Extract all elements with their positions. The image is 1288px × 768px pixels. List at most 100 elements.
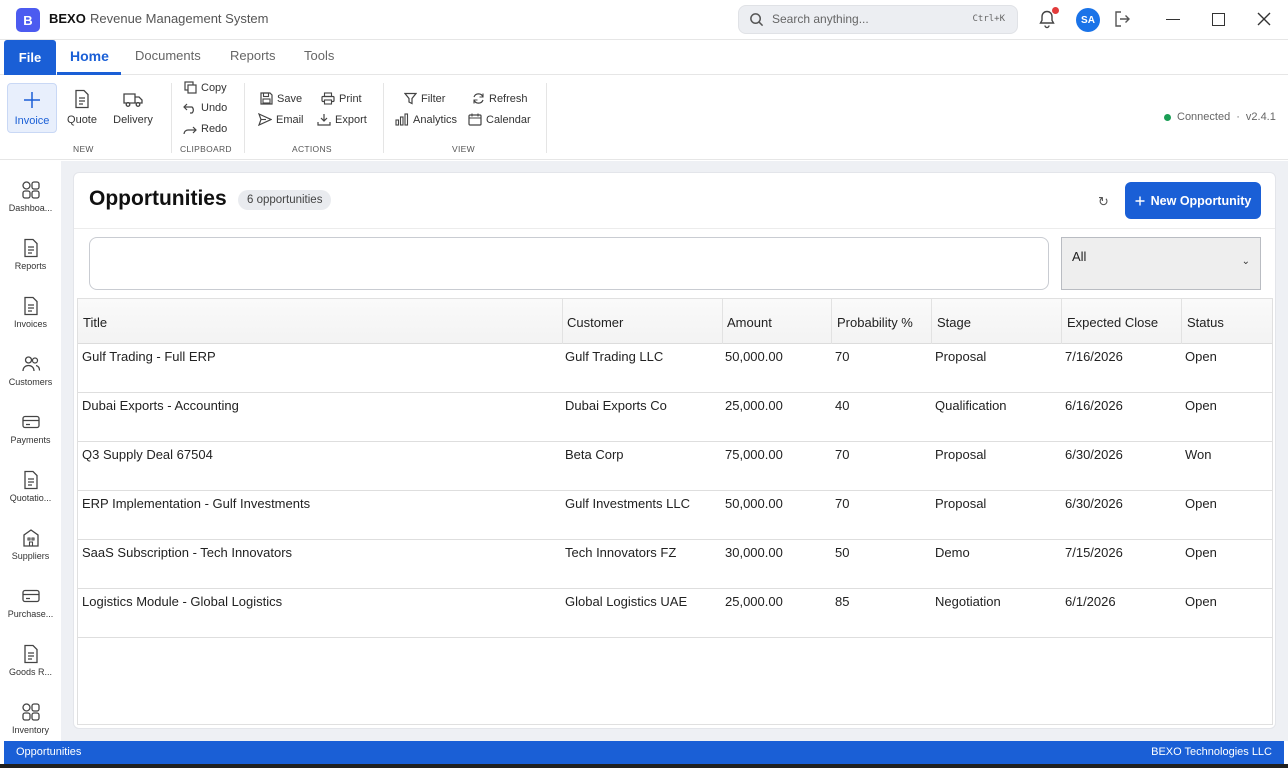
table-row[interactable]: Logistics Module - Global Logistics Glob… (78, 589, 1272, 638)
maximize-button[interactable] (1212, 13, 1225, 26)
avatar[interactable]: SA (1076, 8, 1100, 32)
refresh-button[interactable]: Refresh (472, 92, 528, 105)
cell-probability: 50 (835, 545, 850, 560)
dashboard-icon (21, 181, 40, 199)
stage-filter-value: All (1072, 249, 1087, 264)
undo-label: Undo (201, 102, 228, 114)
table-row[interactable]: Gulf Trading - Full ERP Gulf Trading LLC… (78, 344, 1272, 393)
count-badge: 6 opportunities (238, 190, 332, 210)
cell-customer: Beta Corp (565, 447, 624, 462)
filter-icon (404, 92, 417, 105)
truck-icon (123, 93, 143, 107)
notification-dot (1052, 7, 1059, 14)
calendar-label: Calendar (486, 113, 531, 126)
cell-stage: Qualification (935, 398, 1007, 413)
cell-status: Open (1185, 398, 1217, 413)
undo-button[interactable]: Undo (183, 102, 227, 114)
cell-amount: 50,000.00 (725, 496, 783, 511)
cell-probability: 70 (835, 447, 850, 462)
cell-status: Open (1185, 545, 1217, 560)
cell-amount: 75,000.00 (725, 447, 783, 462)
divider (74, 228, 1275, 229)
save-button[interactable]: Save (260, 92, 302, 105)
table-row[interactable]: Q3 Supply Deal 67504 Beta Corp 75,000.00… (78, 442, 1272, 491)
tab-home[interactable]: Home (70, 48, 109, 64)
search-input[interactable] (89, 237, 1049, 290)
cell-status: Open (1185, 496, 1217, 511)
cell-stage: Demo (935, 545, 970, 560)
new-delivery-button[interactable]: Delivery (108, 83, 158, 133)
redo-button[interactable]: Redo (183, 123, 227, 135)
cell-title: ERP Implementation - Gulf Investments (82, 496, 311, 511)
status-current-view: Opportunities (16, 746, 82, 758)
app-version: v2.4.1 (1245, 111, 1276, 123)
version-separator: · (1236, 111, 1240, 123)
analytics-button[interactable]: Analytics (395, 113, 457, 126)
sidebar-item-quotations[interactable]: Quotatio... (0, 470, 61, 526)
sidebar-label: Goods R... (8, 667, 53, 677)
refresh-list-button[interactable]: ↻ (1098, 194, 1109, 210)
cell-customer: Dubai Exports Co (565, 398, 667, 413)
page-title: Opportunities (89, 187, 227, 210)
sidebar-item-reports[interactable]: Reports (0, 238, 61, 294)
cell-amount: 25,000.00 (725, 398, 783, 413)
new-invoice-button[interactable]: Invoice (7, 83, 57, 133)
tab-file[interactable]: File (4, 40, 56, 75)
new-quote-button[interactable]: Quote (57, 83, 107, 133)
sidebar-item-suppliers[interactable]: Suppliers (0, 528, 61, 584)
chevron-down-icon: ⌄ (1241, 256, 1250, 267)
refresh-icon (473, 93, 484, 104)
tab-reports[interactable]: Reports (230, 48, 276, 63)
email-button[interactable]: Email (258, 113, 304, 126)
cell-expected-close: 6/30/2026 (1065, 496, 1123, 511)
sidebar-item-customers[interactable]: Customers (0, 354, 61, 410)
cell-amount: 30,000.00 (725, 545, 783, 560)
sidebar-item-dashboard[interactable]: Dashboa... (0, 180, 61, 236)
cell-stage: Negotiation (935, 594, 1001, 609)
close-icon[interactable] (1256, 11, 1272, 27)
filter-button[interactable]: Filter (404, 92, 445, 105)
table-row[interactable]: ERP Implementation - Gulf Investments Gu… (78, 491, 1272, 540)
sidebar-item-purchase[interactable]: Purchase... (0, 586, 61, 642)
tab-documents[interactable]: Documents (135, 48, 201, 63)
export-button[interactable]: Export (317, 113, 367, 126)
column-header-probability[interactable]: Probability % (832, 299, 932, 344)
sidebar-label: Inventory (11, 725, 50, 735)
copy-button[interactable]: Copy (184, 81, 227, 94)
column-header-status[interactable]: Status (1182, 299, 1272, 344)
cell-customer: Gulf Trading LLC (565, 349, 664, 364)
group-divider (546, 83, 547, 153)
column-header-title[interactable]: Title (78, 299, 563, 344)
sidebar-item-payments[interactable]: Payments (0, 412, 61, 468)
group-divider (171, 83, 172, 153)
taskbar-edge (0, 764, 1288, 768)
column-header-expected-close[interactable]: Expected Close (1062, 299, 1182, 344)
calendar-icon (468, 113, 482, 126)
cell-expected-close: 6/16/2026 (1065, 398, 1123, 413)
new-opportunity-button[interactable]: New Opportunity (1125, 182, 1261, 219)
table-row[interactable]: SaaS Subscription - Tech Innovators Tech… (78, 540, 1272, 589)
logout-icon[interactable] (1112, 9, 1132, 29)
minimize-button[interactable] (1166, 19, 1180, 20)
download-icon (317, 114, 331, 126)
column-header-amount[interactable]: Amount (722, 299, 832, 344)
print-button[interactable]: Print (321, 92, 362, 105)
calendar-button[interactable]: Calendar (468, 113, 531, 126)
send-icon (258, 113, 272, 126)
sidebar-item-invoices[interactable]: Invoices (0, 296, 61, 352)
cell-amount: 50,000.00 (725, 349, 783, 364)
sidebar-item-goods-receipt[interactable]: Goods R... (0, 644, 61, 700)
table-header: Title Customer Amount Probability % Stag… (78, 299, 1272, 344)
stage-filter-select[interactable]: All ⌄ (1061, 237, 1261, 290)
global-search[interactable]: Search anything... Ctrl+K (738, 5, 1018, 34)
table-row[interactable]: Dubai Exports - Accounting Dubai Exports… (78, 393, 1272, 442)
cell-probability: 70 (835, 349, 850, 364)
column-header-customer[interactable]: Customer (562, 299, 723, 344)
group-divider (383, 83, 384, 153)
tab-tools[interactable]: Tools (304, 48, 334, 63)
column-header-stage[interactable]: Stage (932, 299, 1062, 344)
credit-card-icon (21, 415, 40, 429)
building-icon (22, 529, 39, 547)
report-icon (23, 238, 38, 258)
sidebar-label: Reports (14, 261, 47, 271)
